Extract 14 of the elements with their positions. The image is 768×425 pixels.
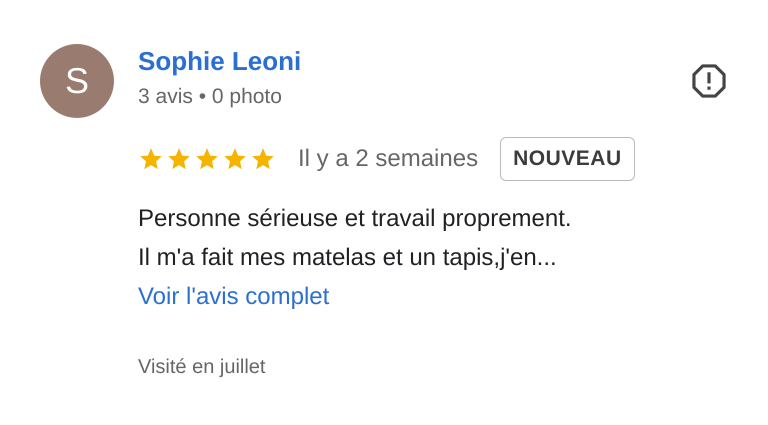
- star-icon: [138, 146, 164, 172]
- star-icon: [194, 146, 220, 172]
- new-badge: NOUVEAU: [500, 137, 635, 181]
- avatar: S: [40, 44, 114, 118]
- star-icon: [222, 146, 248, 172]
- star-icon: [250, 146, 276, 172]
- review-time: Il y a 2 semaines: [298, 145, 478, 173]
- visit-date: Visité en juillet: [138, 356, 266, 379]
- star-icon: [166, 146, 192, 172]
- review-text: Personne sérieuse et travail proprement. Il m'a fait mes matelas et un tapis,j'en... Voir l'avis complet: [138, 204, 573, 312]
- read-more-link[interactable]: Voir l'avis complet: [138, 283, 330, 310]
- review-count: 3 avis • 0 photo: [138, 85, 283, 109]
- author-name[interactable]: Sophie Leoni: [138, 46, 302, 77]
- report-icon[interactable]: [690, 62, 728, 100]
